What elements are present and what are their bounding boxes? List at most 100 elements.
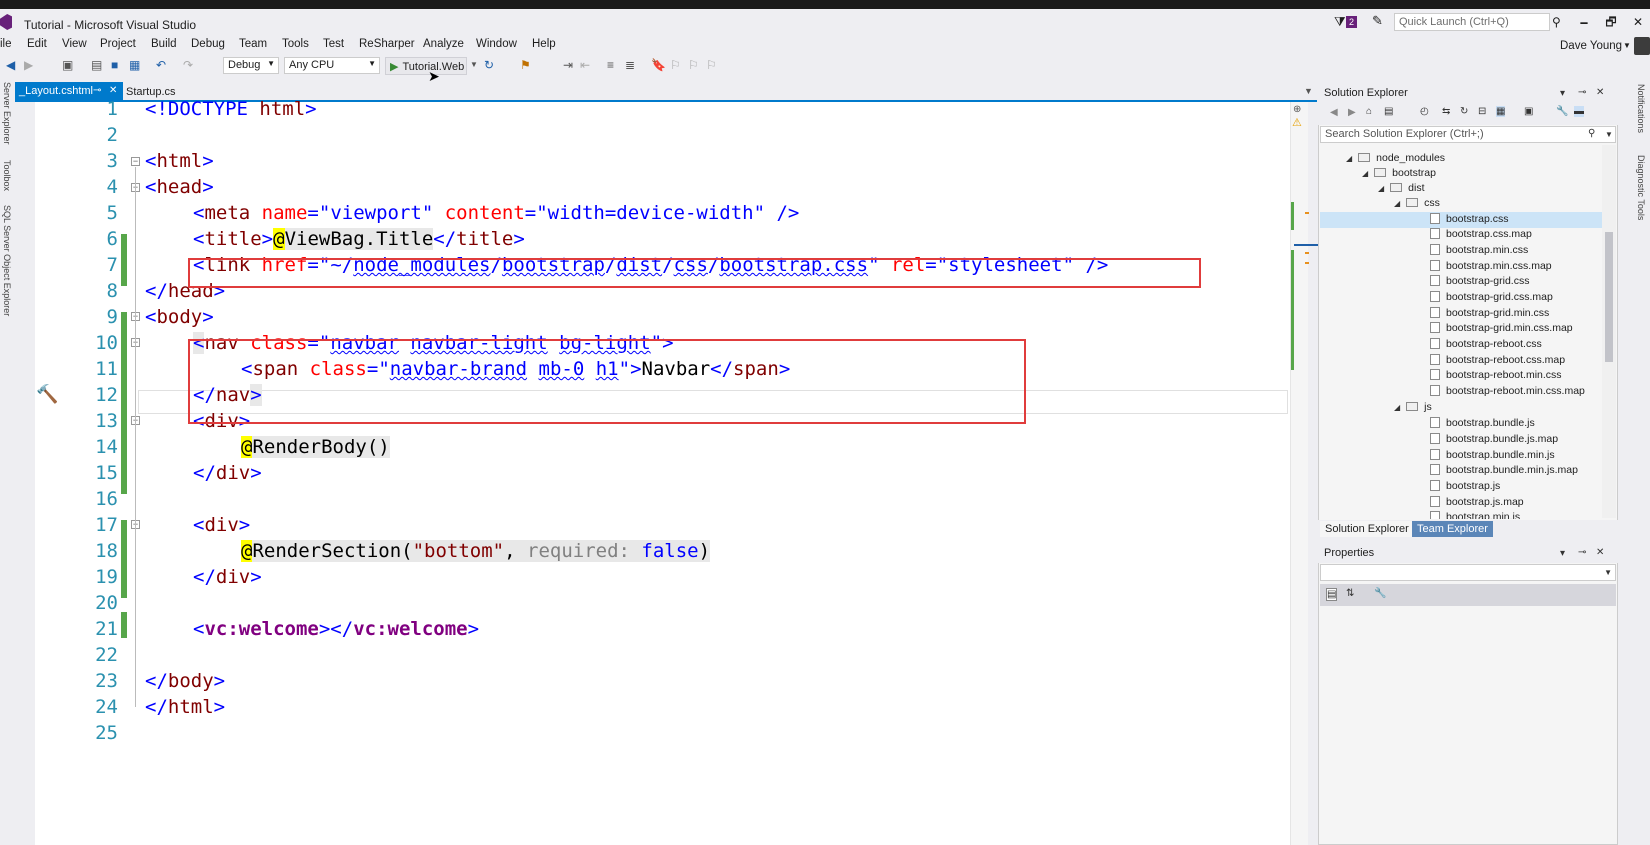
tree-item[interactable]: ◢ dist xyxy=(1378,182,1425,194)
filter-icon[interactable]: ⧩ xyxy=(1334,14,1346,30)
tab-solution-explorer[interactable]: Solution Explorer xyxy=(1320,521,1414,537)
tree-item[interactable]: bootstrap.min.css.map xyxy=(1430,260,1552,272)
close-icon[interactable]: ✕ xyxy=(1596,87,1604,98)
forward-icon[interactable]: ▶ xyxy=(1348,107,1356,118)
preview-icon[interactable]: ▣ xyxy=(1524,106,1533,117)
close-button[interactable]: ✕ xyxy=(1627,14,1649,30)
solution-explorer-search-input[interactable]: Search Solution Explorer (Ctrl+;) xyxy=(1320,126,1616,143)
pin-icon[interactable]: ⊸ xyxy=(1578,547,1586,558)
switch-views-icon[interactable]: ▤ xyxy=(1384,106,1393,117)
start-debugging-button[interactable]: ▶ Tutorial.Web xyxy=(385,57,467,75)
next-bookmark-icon[interactable]: ⚐ xyxy=(688,58,699,72)
chevron-down-icon[interactable]: ▼ xyxy=(1604,568,1612,577)
scrollbar-thumb[interactable] xyxy=(1605,232,1613,362)
tree-item[interactable]: bootstrap.bundle.js xyxy=(1430,417,1535,429)
new-project-icon[interactable]: ▣ xyxy=(62,58,73,72)
expand-icon[interactable]: ◢ xyxy=(1394,403,1400,412)
alphabetical-icon[interactable]: ⇅ xyxy=(1346,588,1354,599)
step-icon[interactable]: ⇥ xyxy=(563,58,573,72)
user-name[interactable]: Dave Young xyxy=(1560,40,1622,52)
menu-resharper[interactable]: ReSharper xyxy=(359,38,415,50)
categorized-icon[interactable]: ▤ xyxy=(1326,588,1338,601)
menu-help[interactable]: Help xyxy=(532,38,556,50)
tree-item[interactable]: bootstrap.bundle.js.map xyxy=(1430,433,1558,445)
home-icon[interactable]: ⌂ xyxy=(1366,106,1372,117)
configuration-select[interactable]: Debug ▼ xyxy=(223,57,279,74)
expand-icon[interactable]: ◢ xyxy=(1394,199,1400,208)
tree-item[interactable]: ◢ js xyxy=(1394,401,1432,413)
pin-icon[interactable]: ⊸ xyxy=(1578,87,1586,98)
search-icon[interactable]: ⚲ xyxy=(1588,128,1595,139)
tree-item[interactable]: bootstrap.css.map xyxy=(1430,228,1532,240)
chevron-down-icon[interactable]: ▾ xyxy=(1560,88,1565,99)
tree-item[interactable]: bootstrap.js xyxy=(1430,480,1500,492)
comment-out-icon[interactable]: ≡ xyxy=(607,58,614,72)
menu-file[interactable]: ile xyxy=(0,38,12,50)
chevron-down-icon[interactable]: ▼ xyxy=(1605,130,1613,139)
tree-item[interactable]: bootstrap-grid.min.css xyxy=(1430,307,1549,319)
tree-item[interactable]: ◢ node_modules xyxy=(1346,152,1445,164)
tree-item[interactable]: bootstrap-reboot.css xyxy=(1430,338,1542,350)
quick-launch-input[interactable]: Quick Launch (Ctrl+Q) xyxy=(1394,13,1550,31)
chevron-down-icon[interactable]: ▼ xyxy=(1304,86,1313,96)
tree-item[interactable]: bootstrap-grid.css xyxy=(1430,275,1529,287)
tree-item[interactable]: bootstrap-reboot.min.css.map xyxy=(1430,385,1585,397)
toolbox-tab[interactable]: Toolbox xyxy=(2,160,12,191)
menu-project[interactable]: Project xyxy=(100,38,136,50)
tree-item[interactable]: bootstrap.css xyxy=(1430,213,1508,225)
show-all-files-icon[interactable]: ▦ xyxy=(1496,106,1506,117)
properties-object-select[interactable]: ▼ xyxy=(1320,564,1616,581)
tree-item[interactable]: ◢ bootstrap xyxy=(1362,167,1436,179)
notifications-tab[interactable]: Notifications xyxy=(1636,84,1646,133)
refresh-icon[interactable]: ↻ xyxy=(1460,106,1468,117)
tree-item[interactable]: bootstrap-grid.css.map xyxy=(1430,291,1553,303)
chevron-down-icon[interactable]: ▼ xyxy=(1623,41,1631,50)
sync-icon[interactable]: ⇆ xyxy=(1442,106,1450,117)
expand-icon[interactable]: ◢ xyxy=(1378,184,1384,193)
tree-item[interactable]: bootstrap-grid.min.css.map xyxy=(1430,322,1573,334)
menu-build[interactable]: Build xyxy=(151,38,177,50)
menu-tools[interactable]: Tools xyxy=(282,38,309,50)
sql-server-object-explorer-tab[interactable]: SQL Server Object Explorer xyxy=(2,205,12,316)
tree-item[interactable]: ◢ css xyxy=(1394,197,1440,209)
navigate-forward-icon[interactable]: ▶ xyxy=(24,58,33,72)
dock-icon[interactable]: ▬ xyxy=(1574,106,1584,117)
save-icon[interactable]: ■ xyxy=(111,58,118,72)
tree-item[interactable]: bootstrap.min.css xyxy=(1430,244,1528,256)
uncomment-icon[interactable]: ≣ xyxy=(625,58,635,72)
collapse-toggle[interactable]: − xyxy=(131,157,140,166)
tab-team-explorer[interactable]: Team Explorer xyxy=(1412,521,1493,537)
chevron-down-icon[interactable]: ▼ xyxy=(470,60,478,69)
platform-select[interactable]: Any CPU ▼ xyxy=(284,57,380,74)
tree-item[interactable]: bootstrap.js.map xyxy=(1430,496,1524,508)
search-icon[interactable]: ⚲ xyxy=(1552,13,1568,31)
menu-window[interactable]: Window xyxy=(476,38,517,50)
menu-analyze[interactable]: Analyze xyxy=(423,38,464,50)
restore-button[interactable]: 🗗 xyxy=(1600,14,1622,30)
open-file-icon[interactable]: ▤ xyxy=(91,58,102,72)
menu-test[interactable]: Test xyxy=(323,38,344,50)
pending-changes-icon[interactable]: ◴ xyxy=(1420,106,1429,117)
minimize-button[interactable]: 🗕 xyxy=(1573,14,1595,30)
editor-scrollbar[interactable]: ⊕ ⚠ xyxy=(1290,102,1322,845)
expand-icon[interactable]: ◢ xyxy=(1362,169,1368,178)
collapse-all-icon[interactable]: ⊟ xyxy=(1478,106,1486,117)
menu-debug[interactable]: Debug xyxy=(191,38,225,50)
tree-item[interactable]: bootstrap-reboot.css.map xyxy=(1430,354,1565,366)
tree-item[interactable]: bootstrap.bundle.min.js xyxy=(1430,449,1555,461)
chevron-down-icon[interactable]: ▾ xyxy=(1560,548,1565,559)
clear-bookmarks-icon[interactable]: ⚐ xyxy=(706,58,717,72)
navigate-back-icon[interactable]: ◀ xyxy=(6,58,15,72)
menu-view[interactable]: View xyxy=(62,38,87,50)
feedback-icon[interactable]: ✎ xyxy=(1372,13,1383,29)
tree-item[interactable]: bootstrap.min.js xyxy=(1430,511,1520,519)
undo-icon[interactable]: ↶ xyxy=(156,58,166,72)
split-icon[interactable]: ⊕ xyxy=(1293,104,1301,115)
step-out-icon[interactable]: ⇤ xyxy=(580,58,590,72)
refresh-icon[interactable]: ↻ xyxy=(484,58,494,72)
save-all-icon[interactable]: ▦ xyxy=(129,58,140,72)
expand-icon[interactable]: ◢ xyxy=(1346,154,1352,163)
menu-team[interactable]: Team xyxy=(239,38,267,50)
browser-link-icon[interactable]: ⚑ xyxy=(520,58,531,72)
close-icon[interactable]: ✕ xyxy=(1596,547,1604,558)
